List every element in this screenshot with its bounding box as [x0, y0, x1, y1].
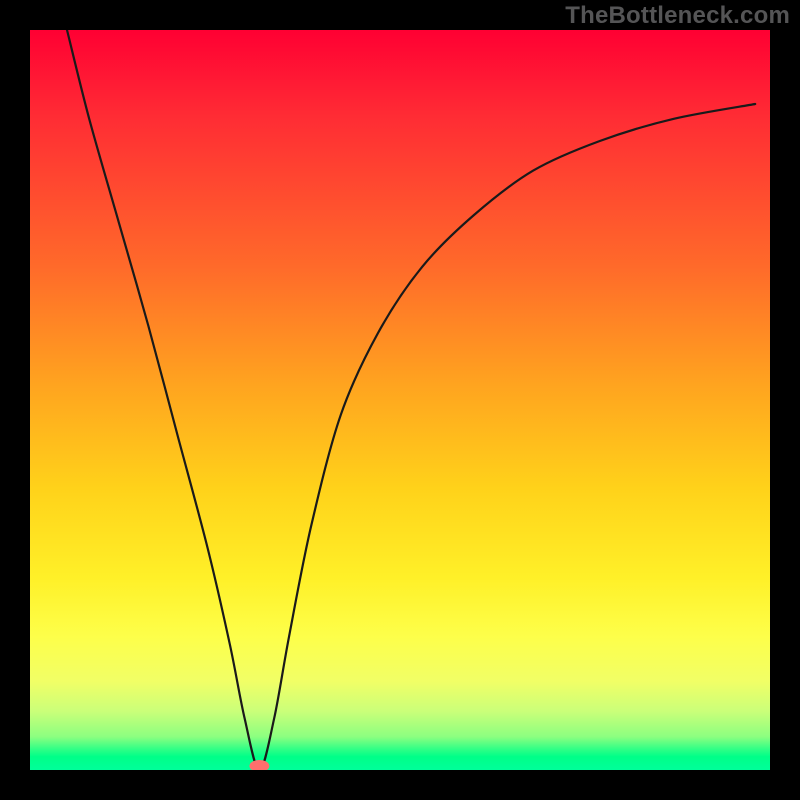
- plot-area: [30, 30, 770, 770]
- bottleneck-curve-path: [67, 30, 755, 770]
- curve-touch-marker: [249, 760, 269, 770]
- chart-frame: TheBottleneck.com: [0, 0, 800, 800]
- watermark-text: TheBottleneck.com: [565, 2, 790, 30]
- bottleneck-curve-svg: [30, 30, 770, 770]
